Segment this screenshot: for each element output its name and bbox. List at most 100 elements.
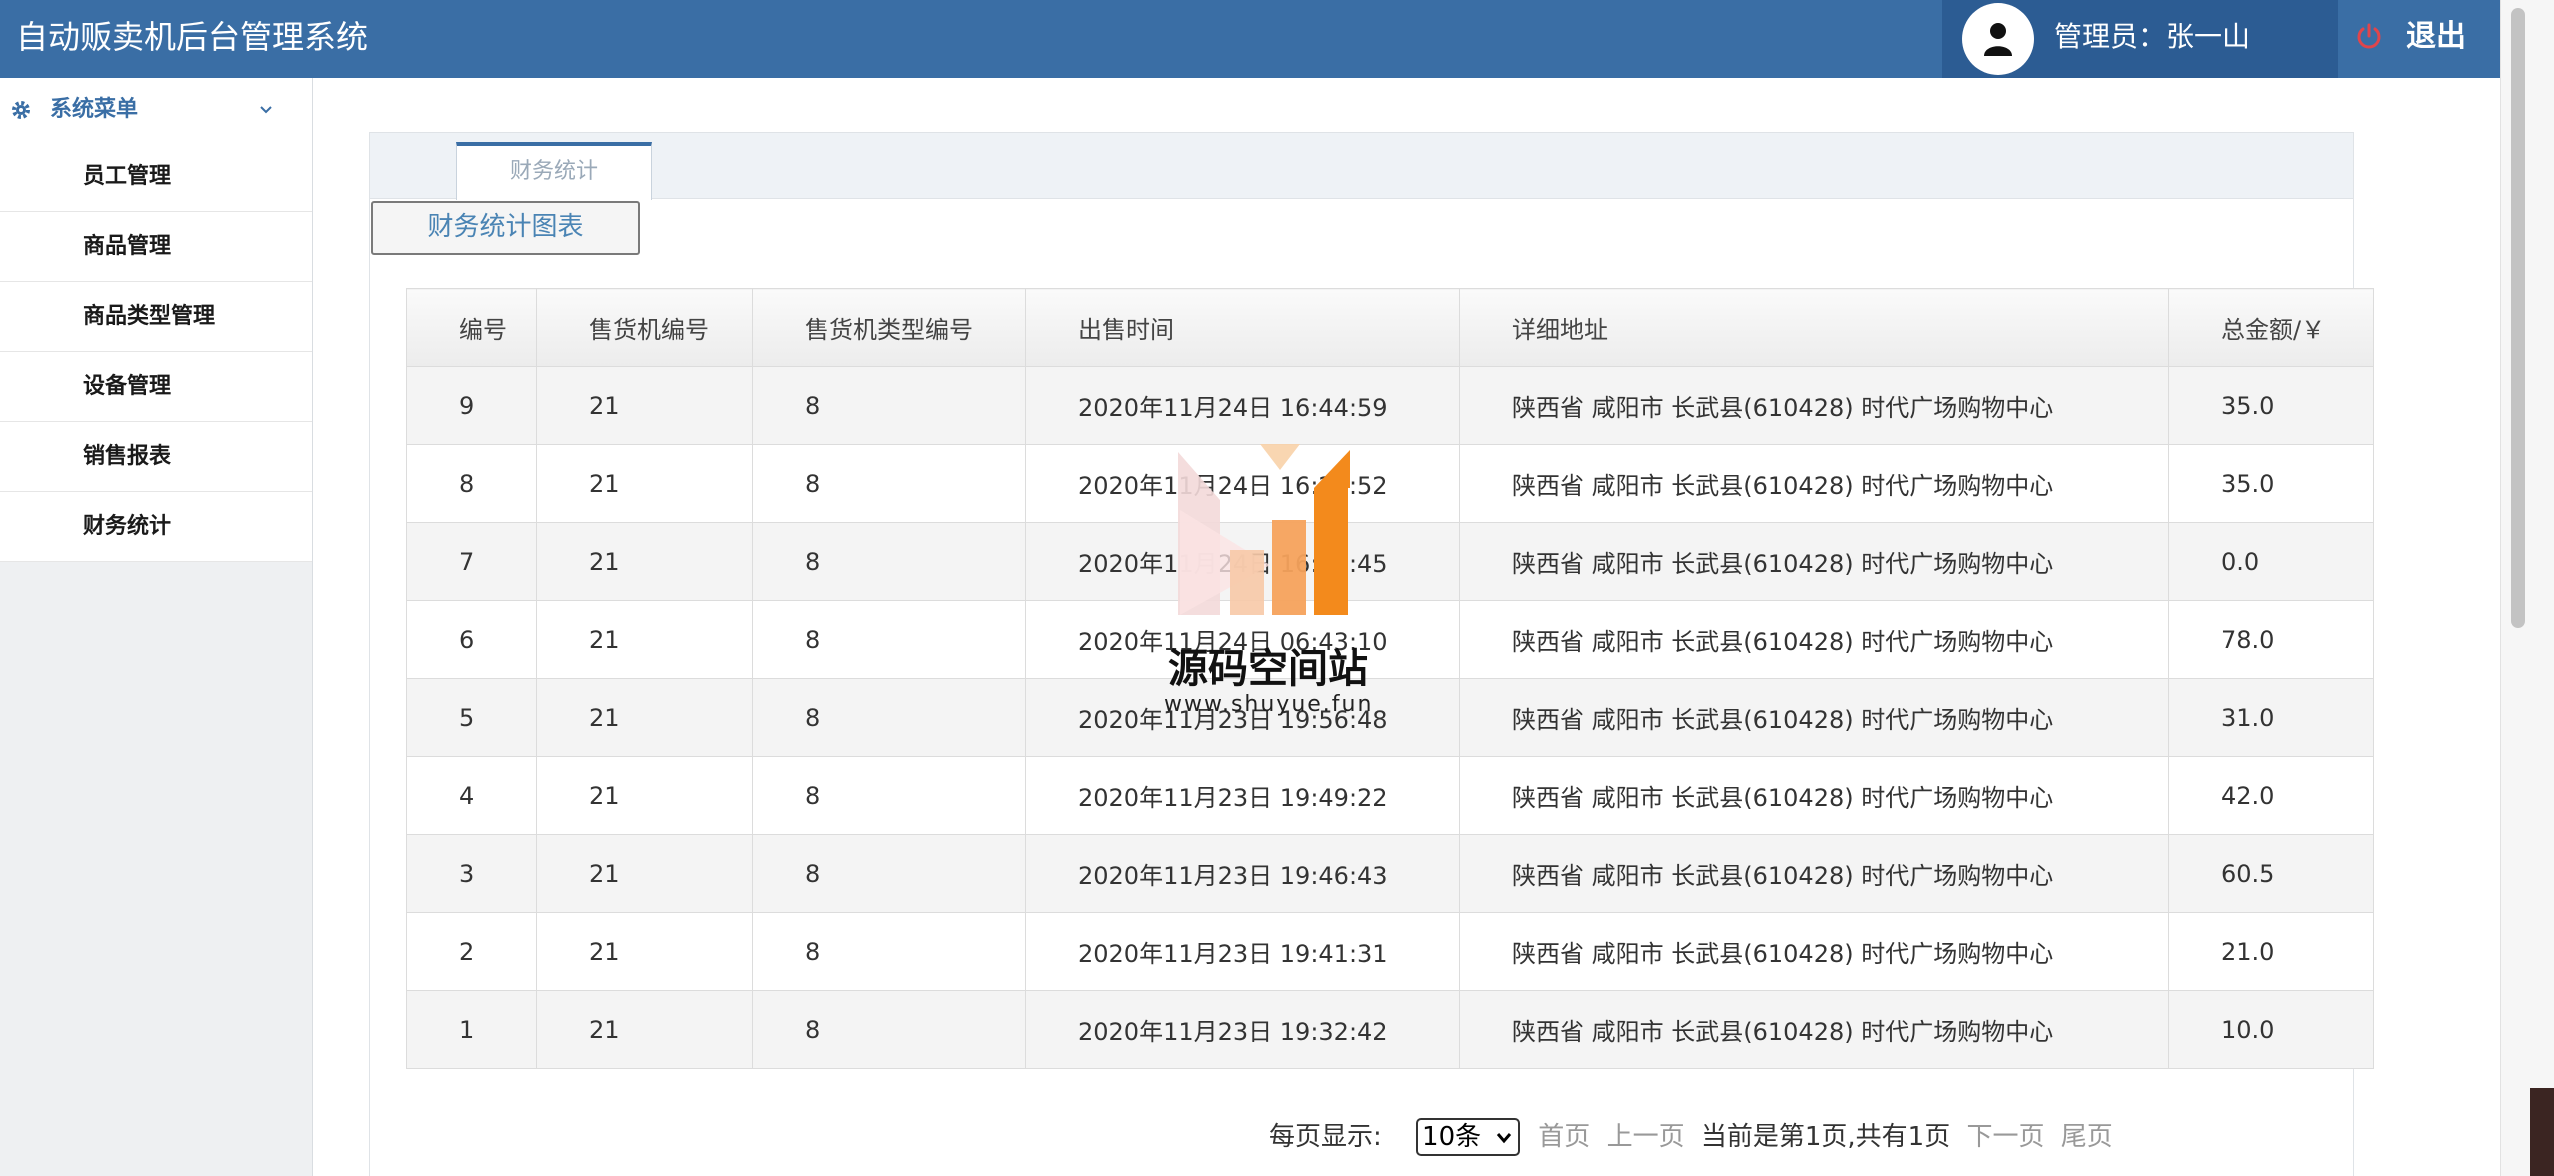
cell-machine-type: 8: [752, 756, 1026, 835]
table-row: 1 21 8 2020年11月23日 19:32:42 陕西省 咸阳市 长武县(…: [406, 990, 2374, 1069]
cell-machine-id: 21: [536, 522, 753, 601]
user-info[interactable]: 管理员：张一山: [1942, 0, 2338, 78]
cell-total: 35.0: [2168, 366, 2374, 445]
tab-bar: 财务统计: [370, 133, 2353, 200]
chevron-down-icon[interactable]: [258, 104, 274, 116]
cell-total: 31.0: [2168, 678, 2374, 757]
cell-machine-type: 8: [752, 444, 1026, 523]
sidebar-menu: 员工管理 商品管理 商品类型管理 设备管理 销售报表 财务统计: [0, 142, 312, 562]
cell-total: 42.0: [2168, 756, 2374, 835]
last-page-link[interactable]: 尾页: [2061, 1113, 2113, 1161]
sidebar-item-goods[interactable]: 商品管理: [0, 212, 312, 282]
table-row: 4 21 8 2020年11月23日 19:49:22 陕西省 咸阳市 长武县(…: [406, 756, 2374, 835]
cell-total: 78.0: [2168, 600, 2374, 679]
scrollbar-thumb[interactable]: [2511, 8, 2525, 628]
col-header-id: 编号: [406, 288, 537, 367]
cell-total: 21.0: [2168, 912, 2374, 991]
cell-sale-time: 2020年11月23日 19:49:22: [1025, 756, 1460, 835]
watermark-url: www.shuyue.fun: [1164, 692, 1374, 717]
cell-sale-time: 2020年11月24日 16:44:59: [1025, 366, 1460, 445]
page-status: 当前是第1页,共有1页: [1700, 1121, 1951, 1152]
col-header-sale-time: 出售时间: [1025, 288, 1460, 367]
cell-address: 陕西省 咸阳市 长武县(610428) 时代广场购物中心: [1459, 912, 2169, 991]
page-size-value: 10条: [1422, 1122, 1482, 1152]
cell-address: 陕西省 咸阳市 长武县(610428) 时代广场购物中心: [1459, 600, 2169, 679]
cell-address: 陕西省 咸阳市 长武县(610428) 时代广场购物中心: [1459, 678, 2169, 757]
cell-sale-time: 2020年11月23日 19:46:43: [1025, 834, 1460, 913]
cell-id: 8: [406, 444, 537, 523]
per-page-label: 每页显示:: [1269, 1121, 1382, 1152]
page-size-select[interactable]: 10条: [1416, 1117, 1521, 1156]
main-content: 财务统计 财务统计图表 编号 售货机编号 售货机类型编号 出售时间 详细地址 总…: [313, 78, 2500, 1176]
cell-machine-id: 21: [536, 366, 753, 445]
col-header-machine-type: 售货机类型编号: [752, 288, 1026, 367]
cell-address: 陕西省 咸阳市 长武县(610428) 时代广场购物中心: [1459, 366, 2169, 445]
col-header-total: 总金额/￥: [2168, 288, 2374, 367]
cell-id: 1: [406, 990, 537, 1069]
cell-total: 0.0: [2168, 522, 2374, 601]
gear-icon: [12, 101, 30, 119]
watermark-text: 源码空间站: [1168, 646, 1368, 692]
cell-machine-type: 8: [752, 834, 1026, 913]
cell-machine-id: 21: [536, 834, 753, 913]
cell-machine-id: 21: [536, 756, 753, 835]
power-icon: [2357, 23, 2381, 49]
system-menu-header[interactable]: 系统菜单: [0, 78, 312, 142]
col-header-machine-id: 售货机编号: [536, 288, 753, 367]
cell-total: 60.5: [2168, 834, 2374, 913]
col-header-address: 详细地址: [1459, 288, 2169, 367]
cell-address: 陕西省 咸阳市 长武县(610428) 时代广场购物中心: [1459, 834, 2169, 913]
user-icon: [1984, 23, 2012, 56]
sidebar-item-employee[interactable]: 员工管理: [0, 142, 312, 212]
cell-address: 陕西省 咸阳市 长武县(610428) 时代广场购物中心: [1459, 756, 2169, 835]
system-menu-title: 系统菜单: [50, 97, 139, 122]
cell-id: 2: [406, 912, 537, 991]
cell-machine-id: 21: [536, 990, 753, 1069]
cell-machine-id: 21: [536, 444, 753, 523]
cell-machine-type: 8: [752, 600, 1026, 679]
cell-machine-type: 8: [752, 366, 1026, 445]
avatar[interactable]: [1962, 3, 2034, 75]
cell-address: 陕西省 咸阳市 长武县(610428) 时代广场购物中心: [1459, 522, 2169, 601]
tab-finance-stats[interactable]: 财务统计: [456, 142, 652, 200]
cell-address: 陕西省 咸阳市 长武县(610428) 时代广场购物中心: [1459, 444, 2169, 523]
prev-page-link[interactable]: 上一页: [1607, 1113, 1685, 1161]
window-edge: [2530, 1088, 2554, 1176]
cell-address: 陕西省 咸阳市 长武县(610428) 时代广场购物中心: [1459, 990, 2169, 1069]
table-header-row: 编号 售货机编号 售货机类型编号 出售时间 详细地址 总金额/￥: [406, 288, 2374, 367]
logout-label: 退出: [2406, 19, 2466, 54]
cell-id: 6: [406, 600, 537, 679]
first-page-link[interactable]: 首页: [1538, 1113, 1590, 1161]
sidebar-item-goods-type[interactable]: 商品类型管理: [0, 282, 312, 352]
sidebar: 系统菜单 员工管理 商品管理 商品类型管理 设备管理 销售报表 财务统计: [0, 78, 313, 1176]
vertical-scrollbar[interactable]: [2500, 0, 2554, 1176]
cell-sale-time: 2020年11月23日 19:41:31: [1025, 912, 1460, 991]
cell-machine-type: 8: [752, 522, 1026, 601]
table-row: 3 21 8 2020年11月23日 19:46:43 陕西省 咸阳市 长武县(…: [406, 834, 2374, 913]
cell-id: 9: [406, 366, 537, 445]
cell-sale-time: 2020年11月23日 19:32:42: [1025, 990, 1460, 1069]
pagination: 每页显示: 10条 首页 上一页 当前是第1页,共有1页 下一页 尾页: [1269, 1112, 2113, 1160]
sidebar-item-finance[interactable]: 财务统计: [0, 492, 312, 562]
cell-machine-type: 8: [752, 990, 1026, 1069]
next-page-link[interactable]: 下一页: [1966, 1113, 2044, 1161]
cell-total: 35.0: [2168, 444, 2374, 523]
user-label: 管理员：张一山: [2054, 20, 2251, 53]
watermark: 源码空间站 www.shuyue.fun: [1160, 440, 1400, 740]
sidebar-item-device[interactable]: 设备管理: [0, 352, 312, 422]
cell-id: 7: [406, 522, 537, 601]
bar-chart-logo-icon: [1178, 444, 1350, 615]
cell-machine-id: 21: [536, 678, 753, 757]
top-header: 自动贩卖机后台管理系统 管理员：张一山 退出: [0, 0, 2500, 78]
app-title: 自动贩卖机后台管理系统: [16, 18, 369, 56]
sidebar-item-sales-report[interactable]: 销售报表: [0, 422, 312, 492]
table-row: 9 21 8 2020年11月24日 16:44:59 陕西省 咸阳市 长武县(…: [406, 366, 2374, 445]
logout-button[interactable]: 退出: [2340, 0, 2500, 78]
finance-chart-button[interactable]: 财务统计图表: [371, 201, 640, 255]
cell-machine-type: 8: [752, 912, 1026, 991]
cell-id: 5: [406, 678, 537, 757]
cell-machine-id: 21: [536, 600, 753, 679]
cell-machine-type: 8: [752, 678, 1026, 757]
table-row: 2 21 8 2020年11月23日 19:41:31 陕西省 咸阳市 长武县(…: [406, 912, 2374, 991]
cell-id: 3: [406, 834, 537, 913]
